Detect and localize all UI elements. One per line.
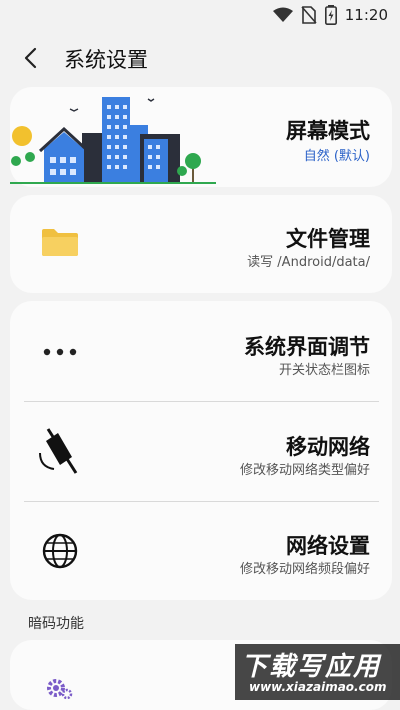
wifi-icon (272, 7, 293, 22)
screen-mode-card[interactable]: 屏幕模式 自然 (默认) (10, 87, 392, 187)
satellite-icon (39, 428, 78, 474)
system-ui-title: 系统界面调节 (244, 335, 370, 359)
gear-icon (47, 679, 73, 700)
no-sim-icon (301, 6, 317, 24)
mobile-network-subtitle: 修改移动网络类型偏好 (239, 463, 370, 478)
battery-charging-icon (324, 5, 337, 25)
city-illustration-icon (10, 97, 216, 184)
status-time: 11:20 (344, 6, 388, 24)
page-title: 系统设置 (64, 48, 148, 72)
status-bar: 11:20 (0, 0, 400, 30)
file-manager-card[interactable]: 文件管理 读写 /Android/data/ (10, 195, 392, 293)
mobile-network-title: 移动网络 (286, 435, 370, 459)
section-label-secret-codes: 暗码功能 (28, 616, 84, 632)
globe-icon (42, 533, 78, 569)
network-settings-row[interactable]: 网络设置 修改移动网络频段偏好 (10, 501, 392, 600)
settings-group-card: 系统界面调节 开关状态栏图标 移动网络 修改移动网络类型偏好 网络设置 修改移动… (10, 301, 392, 600)
system-ui-subtitle: 开关状态栏图标 (278, 363, 370, 378)
mobile-network-row[interactable]: 移动网络 修改移动网络类型偏好 (10, 401, 392, 501)
back-button[interactable] (14, 42, 46, 74)
app-header: 系统设置 (0, 34, 400, 82)
status-icons: 11:20 (272, 5, 388, 25)
network-settings-subtitle: 修改移动网络频段偏好 (239, 562, 370, 577)
watermark-logo: 下载写应用 www.xiazaimao.com (235, 644, 400, 700)
folder-icon (42, 229, 78, 256)
more-dots-icon (43, 348, 77, 356)
screen-mode-subtitle: 自然 (默认) (303, 149, 370, 164)
system-ui-row[interactable]: 系统界面调节 开关状态栏图标 (10, 301, 392, 401)
screen-mode-title: 屏幕模式 (286, 119, 370, 143)
watermark-site: www.xiazaimao.com (249, 680, 387, 694)
chevron-left-icon (24, 47, 37, 69)
file-manager-title: 文件管理 (286, 227, 370, 251)
file-manager-subtitle: 读写 /Android/data/ (247, 255, 370, 270)
watermark-brand: 下载写应用 (241, 652, 382, 682)
network-settings-title: 网络设置 (286, 534, 370, 558)
